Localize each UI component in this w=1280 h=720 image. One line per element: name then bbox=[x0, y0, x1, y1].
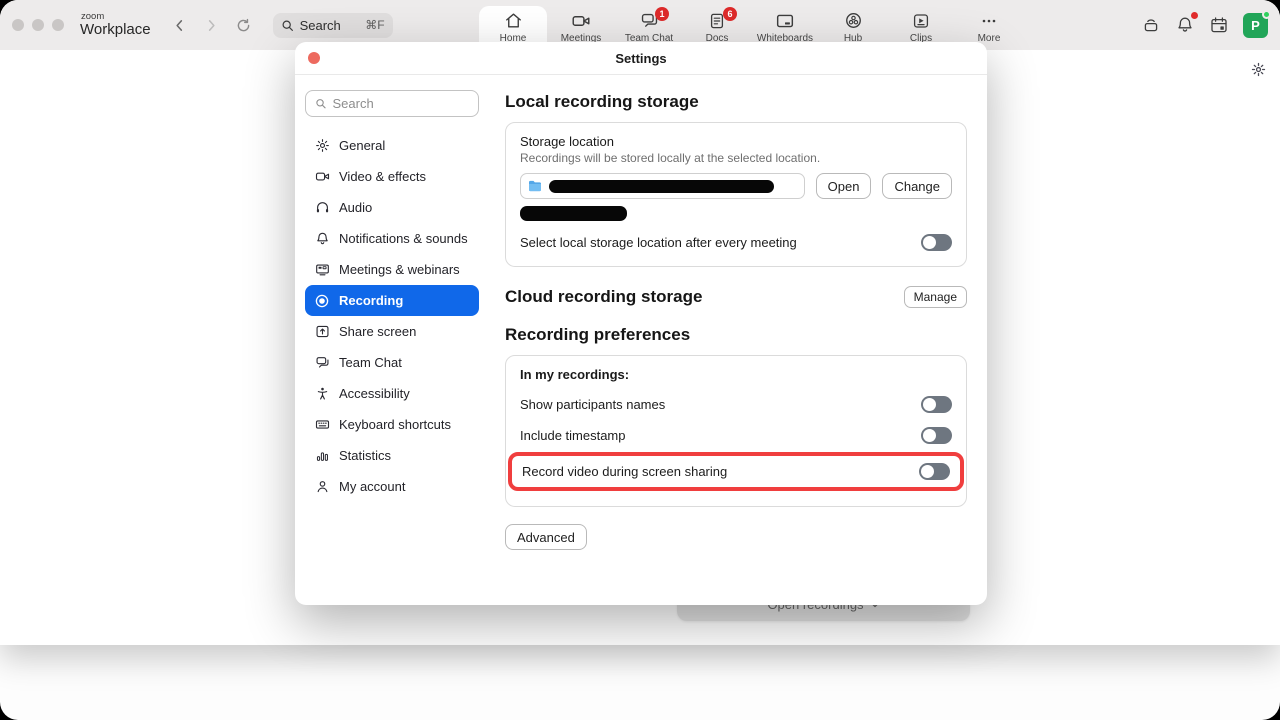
search-shortcut: ⌘F bbox=[365, 18, 384, 32]
meeting-screen-icon bbox=[314, 262, 330, 278]
folder-icon bbox=[528, 180, 542, 192]
include-timestamp-toggle[interactable] bbox=[921, 427, 952, 444]
cloud-recording-heading: Cloud recording storage bbox=[505, 287, 702, 307]
zoom-workplace-logo: zoom Workplace bbox=[80, 12, 151, 38]
notifications-bell-icon[interactable] bbox=[1175, 15, 1195, 35]
sidebar-item-my-account[interactable]: My account bbox=[305, 471, 479, 502]
bell-icon bbox=[314, 231, 330, 247]
forward-button[interactable] bbox=[199, 12, 225, 38]
sidebar-item-notifications[interactable]: Notifications & sounds bbox=[305, 223, 479, 254]
person-icon bbox=[314, 479, 330, 495]
select-location-toggle[interactable] bbox=[921, 234, 952, 251]
advanced-button[interactable]: Advanced bbox=[505, 524, 587, 550]
settings-search-box[interactable] bbox=[305, 90, 479, 117]
video-camera-icon bbox=[314, 169, 330, 185]
settings-dialog: Settings General Video & effects bbox=[295, 42, 987, 605]
chat-bubbles-icon bbox=[314, 355, 330, 371]
whiteboards-icon bbox=[775, 10, 795, 31]
sidebar-item-audio[interactable]: Audio bbox=[305, 192, 479, 223]
settings-sidebar: General Video & effects Audio Notificati… bbox=[305, 90, 479, 502]
home-icon bbox=[504, 10, 523, 31]
window-controls bbox=[12, 19, 64, 31]
share-screen-icon bbox=[314, 324, 330, 340]
sidebar-item-keyboard-shortcuts[interactable]: Keyboard shortcuts bbox=[305, 409, 479, 440]
docs-badge: 6 bbox=[723, 7, 737, 21]
team-chat-badge: 1 bbox=[655, 7, 669, 21]
back-button[interactable] bbox=[167, 12, 193, 38]
dialog-title: Settings bbox=[615, 51, 666, 66]
sidebar-item-share-screen[interactable]: Share screen bbox=[305, 316, 479, 347]
highlight-annotation-record-video: Record video during screen sharing bbox=[508, 452, 964, 491]
close-window-button[interactable] bbox=[12, 19, 24, 31]
manage-button[interactable]: Manage bbox=[904, 286, 967, 308]
show-participants-names-label: Show participants names bbox=[520, 397, 665, 412]
accessibility-icon bbox=[314, 386, 330, 402]
headphones-icon bbox=[314, 200, 330, 216]
in-my-recordings-label: In my recordings: bbox=[520, 367, 952, 382]
recording-preferences-heading: Recording preferences bbox=[505, 325, 967, 345]
record-video-screen-sharing-toggle[interactable] bbox=[919, 463, 950, 480]
storage-location-description: Recordings will be stored locally at the… bbox=[520, 151, 952, 165]
logo-text-workplace: Workplace bbox=[80, 22, 151, 38]
local-recording-heading: Local recording storage bbox=[505, 92, 967, 112]
zoom-app-window: zoom Workplace Search ⌘F bbox=[0, 0, 1280, 645]
notification-dot bbox=[1191, 12, 1198, 19]
global-search-input[interactable]: Search ⌘F bbox=[273, 13, 393, 38]
redacted-storage-info bbox=[520, 206, 627, 221]
zoom-window-button[interactable] bbox=[52, 19, 64, 31]
search-placeholder: Search bbox=[300, 18, 360, 33]
sidebar-item-meetings-webinars[interactable]: Meetings & webinars bbox=[305, 254, 479, 285]
sidebar-item-recording[interactable]: Recording bbox=[305, 285, 479, 316]
show-participants-names-toggle[interactable] bbox=[921, 396, 952, 413]
gear-icon bbox=[314, 138, 330, 154]
page-settings-gear-icon[interactable] bbox=[1251, 62, 1266, 77]
storage-path-field[interactable] bbox=[520, 173, 805, 199]
settings-search-input[interactable] bbox=[333, 96, 469, 111]
open-button[interactable]: Open bbox=[816, 173, 872, 199]
hub-icon bbox=[844, 10, 863, 31]
change-button[interactable]: Change bbox=[882, 173, 952, 199]
keyboard-icon bbox=[314, 417, 330, 433]
search-icon bbox=[281, 19, 294, 32]
record-video-screen-sharing-label: Record video during screen sharing bbox=[522, 464, 727, 479]
connect-device-icon[interactable] bbox=[1141, 15, 1161, 35]
sidebar-item-general[interactable]: General bbox=[305, 130, 479, 161]
calendar-icon[interactable] bbox=[1209, 15, 1229, 35]
search-icon bbox=[315, 97, 327, 110]
recording-preferences-card: In my recordings: Show participants name… bbox=[505, 355, 967, 507]
meetings-icon bbox=[571, 10, 591, 31]
settings-dialog-header: Settings bbox=[295, 42, 987, 75]
record-icon bbox=[314, 293, 330, 309]
sidebar-item-accessibility[interactable]: Accessibility bbox=[305, 378, 479, 409]
more-icon bbox=[980, 10, 998, 31]
sidebar-item-video-effects[interactable]: Video & effects bbox=[305, 161, 479, 192]
minimize-window-button[interactable] bbox=[32, 19, 44, 31]
bar-chart-icon bbox=[314, 448, 330, 464]
clips-icon bbox=[912, 10, 930, 31]
redacted-storage-path bbox=[549, 180, 774, 193]
history-icon[interactable] bbox=[231, 12, 257, 38]
recording-settings-panel: Local recording storage Storage location… bbox=[505, 75, 967, 605]
select-location-toggle-label: Select local storage location after ever… bbox=[520, 235, 797, 250]
include-timestamp-label: Include timestamp bbox=[520, 428, 626, 443]
online-status-dot bbox=[1262, 10, 1271, 19]
sidebar-item-statistics[interactable]: Statistics bbox=[305, 440, 479, 471]
user-avatar[interactable]: P bbox=[1243, 13, 1268, 38]
local-storage-card: Storage location Recordings will be stor… bbox=[505, 122, 967, 267]
storage-location-title: Storage location bbox=[520, 134, 952, 149]
sidebar-item-team-chat[interactable]: Team Chat bbox=[305, 347, 479, 378]
desktop-background: zoom Workplace Search ⌘F bbox=[0, 0, 1280, 720]
close-dialog-button[interactable] bbox=[308, 52, 320, 64]
